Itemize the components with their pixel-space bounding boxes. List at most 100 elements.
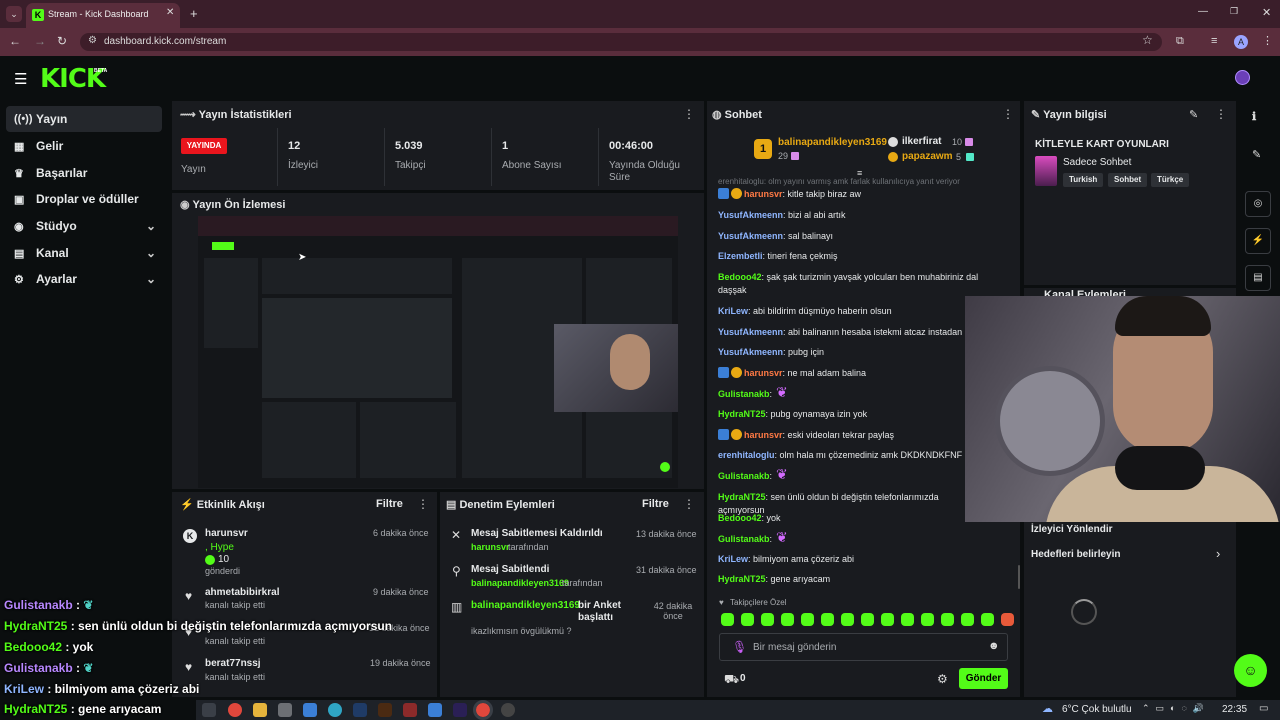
emote-button[interactable]: [901, 613, 914, 626]
emote-button[interactable]: [881, 613, 894, 626]
chat-username[interactable]: erenhitaloglu: [718, 450, 775, 460]
chat-username[interactable]: harunsvr: [744, 368, 783, 378]
nav-item-yayin[interactable]: ((•)) Yayın: [6, 106, 162, 132]
bookmark-star-icon[interactable]: ☆: [1142, 33, 1153, 47]
nav-item-gelir[interactable]: ▦ Gelir: [6, 133, 162, 159]
chat-username[interactable]: harunsvr: [744, 430, 783, 440]
restore-icon[interactable]: ❐: [1230, 6, 1238, 17]
emote-button[interactable]: [741, 613, 754, 626]
support-chat-button[interactable]: ☺: [1234, 654, 1267, 687]
nav-item-studyo[interactable]: ◉ Stüdyo ⌄: [6, 213, 162, 239]
app2-taskbar-icon[interactable]: [428, 703, 442, 717]
chat-username[interactable]: HydraNT25: [718, 574, 766, 584]
emote-button[interactable]: [821, 613, 834, 626]
reload-icon[interactable]: ↻: [57, 34, 67, 48]
category-name[interactable]: Sadece Sohbet: [1063, 157, 1131, 168]
chat-username[interactable]: YusufAkmeenn: [718, 231, 783, 241]
chat-username[interactable]: YusufAkmeenn: [718, 327, 783, 337]
activity-user[interactable]: berat77nssj: [205, 658, 261, 669]
tray-icons[interactable]: ⌃▭◐◌🔊: [1142, 703, 1210, 714]
chat-username[interactable]: Gulistanakb: [718, 471, 770, 481]
emote-button[interactable]: [921, 613, 934, 626]
nav-item-droplar[interactable]: ▣ Droplar ve ödüller: [6, 186, 162, 212]
close-tab-icon[interactable]: ✕: [166, 7, 174, 18]
emote-button[interactable]: [781, 613, 794, 626]
chat-menu-icon[interactable]: ⋮: [1002, 107, 1014, 121]
chat-scrollbar[interactable]: [1018, 565, 1020, 589]
moderation-menu-icon[interactable]: ⋮: [683, 497, 695, 511]
chat-username[interactable]: YusufAkmeenn: [718, 347, 783, 357]
info-rail-icon[interactable]: ℹ: [1252, 110, 1256, 123]
close-window-icon[interactable]: ✕: [1262, 6, 1271, 19]
pencil-rail-icon[interactable]: ✎: [1252, 148, 1261, 161]
user-avatar[interactable]: [1235, 70, 1250, 85]
microphone-icon[interactable]: 🎙: [732, 640, 747, 654]
chat-settings-icon[interactable]: ⚙: [937, 672, 948, 686]
chat-input[interactable]: 🎙 Bir mesaj gönderin ☻: [719, 633, 1008, 661]
set-goals-item[interactable]: Hedefleri belirleyin: [1031, 549, 1120, 560]
chat-username[interactable]: Elzembetli: [718, 251, 763, 261]
moderation-user[interactable]: harunsvr: [471, 542, 510, 552]
app-taskbar-icon[interactable]: [278, 703, 292, 717]
tag-chip[interactable]: Türkçe: [1151, 173, 1190, 187]
browser-menu-icon[interactable]: ⋮: [1262, 34, 1273, 47]
collapse-leaderboard-icon[interactable]: ≡: [857, 168, 862, 178]
media-taskbar-icon[interactable]: [403, 703, 417, 717]
activity-filter-button[interactable]: Filtre: [376, 498, 403, 510]
chat-username[interactable]: KriLew: [718, 306, 748, 316]
leaderboard-user[interactable]: papazawm: [902, 151, 953, 162]
url-field[interactable]: ⚙ dashboard.kick.com/stream ☆: [80, 33, 1162, 51]
tab-list-button[interactable]: ⌄: [6, 6, 22, 22]
stats-menu-icon[interactable]: ⋮: [683, 107, 695, 121]
emote-button[interactable]: [801, 613, 814, 626]
emote-button[interactable]: [961, 613, 974, 626]
notification-icon[interactable]: ▭: [1259, 703, 1268, 714]
nav-item-ayarlar[interactable]: ⚙ Ayarlar ⌄: [6, 266, 162, 292]
obs-taskbar-icon[interactable]: [501, 703, 515, 717]
chevron-right-icon[interactable]: ›: [1216, 546, 1220, 561]
minimize-icon[interactable]: —: [1198, 6, 1208, 17]
clipboard-rail-button[interactable]: ▤: [1245, 265, 1271, 291]
emote-button[interactable]: [841, 613, 854, 626]
chat-username[interactable]: Bedooo42: [718, 272, 762, 282]
emoji-icon[interactable]: ☻: [988, 640, 1000, 652]
info-menu-icon[interactable]: ⋮: [1215, 107, 1227, 121]
moderation-filter-button[interactable]: Filtre: [642, 498, 669, 510]
emote-button[interactable]: [721, 613, 734, 626]
task-view-icon[interactable]: [202, 703, 216, 717]
forward-icon[interactable]: →: [34, 34, 46, 48]
emote-button[interactable]: [941, 613, 954, 626]
chat-username[interactable]: HydraNT25: [718, 492, 766, 502]
illustrator-taskbar-icon[interactable]: [378, 703, 392, 717]
reading-list-icon[interactable]: ≡: [1211, 35, 1217, 47]
leaderboard-user[interactable]: balinapandikleyen3169: [778, 137, 887, 148]
gift-icon[interactable]: ⛟: [724, 672, 739, 688]
back-icon[interactable]: ←: [9, 34, 21, 48]
edge-taskbar-icon[interactable]: [328, 703, 342, 717]
emote-button[interactable]: [1001, 613, 1014, 626]
activity-menu-icon[interactable]: ⋮: [417, 497, 429, 511]
redirect-viewers-item[interactable]: İzleyici Yönlendir: [1031, 524, 1113, 535]
nav-item-basarilar[interactable]: ♛ Başarılar: [6, 160, 162, 186]
site-info-icon[interactable]: ⚙: [88, 35, 97, 46]
nav-item-kanal[interactable]: ▤ Kanal ⌄: [6, 240, 162, 266]
chat-username[interactable]: harunsvr: [744, 189, 783, 199]
activity-user[interactable]: harunsvr: [205, 528, 248, 539]
photoshop-taskbar-icon[interactable]: [353, 703, 367, 717]
chat-username[interactable]: Bedooo42: [718, 513, 762, 523]
emote-button[interactable]: [981, 613, 994, 626]
emote-button[interactable]: [761, 613, 774, 626]
moderation-user[interactable]: balinapandikleyen3169: [471, 578, 569, 588]
chat-username[interactable]: HydraNT25: [718, 409, 766, 419]
premiere-taskbar-icon[interactable]: [453, 703, 467, 717]
moderation-user[interactable]: balinapandikleyen3169: [471, 600, 580, 611]
activity-user[interactable]: ahmetabibirkral: [205, 587, 279, 598]
send-button[interactable]: Gönder: [959, 668, 1008, 689]
chat-username[interactable]: YusufAkmeenn: [718, 210, 783, 220]
chrome-taskbar-icon[interactable]: [228, 703, 242, 717]
edit-info-icon[interactable]: ✎: [1189, 108, 1198, 121]
emote-button[interactable]: [861, 613, 874, 626]
tag-chip[interactable]: Sohbet: [1108, 173, 1148, 187]
tag-chip[interactable]: Turkish: [1063, 173, 1104, 187]
stream-preview-video[interactable]: ➤: [198, 216, 678, 488]
